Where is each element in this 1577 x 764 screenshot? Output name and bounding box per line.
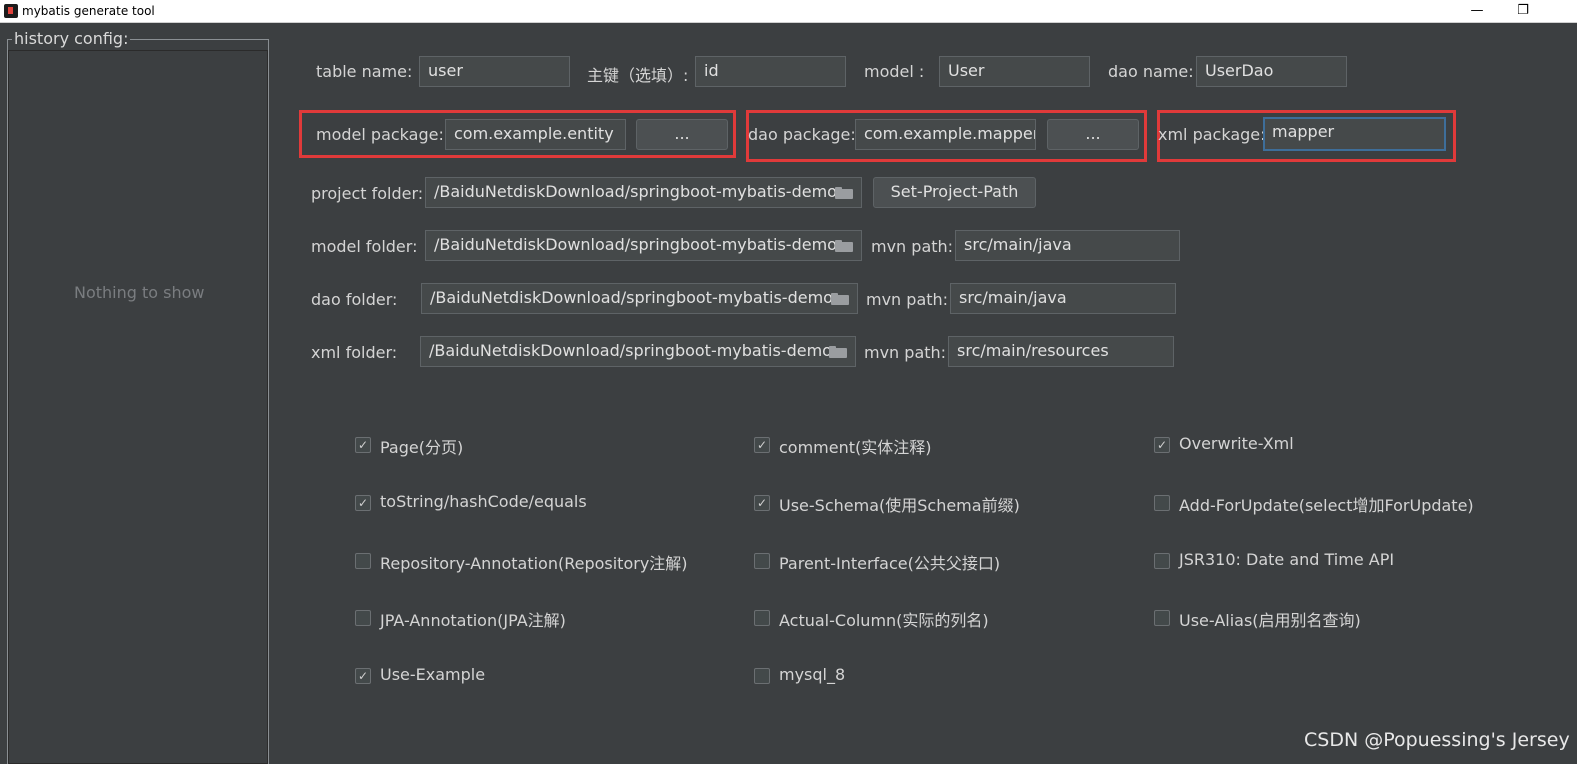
dao-name-label: dao name: <box>1108 62 1194 81</box>
table-name-input[interactable]: user <box>419 56 570 87</box>
option-label: JSR310: Date and Time API <box>1179 550 1395 569</box>
folder-icon[interactable] <box>831 293 849 305</box>
project-folder-input[interactable]: /BaiduNetdiskDownload/springboot-mybatis… <box>425 177 862 208</box>
dao-name-input[interactable]: UserDao <box>1196 56 1347 87</box>
xml-package-label: xml package: <box>1158 125 1266 144</box>
model-package-label: model package: <box>316 125 444 144</box>
model-mvn-path-input[interactable]: src/main/java <box>955 230 1180 261</box>
set-project-path-button[interactable]: Set-Project-Path <box>873 177 1036 208</box>
dao-folder-input[interactable]: /BaiduNetdiskDownload/springboot-mybatis… <box>421 283 858 314</box>
model-label: model : <box>864 62 925 81</box>
model-folder-input[interactable]: /BaiduNetdiskDownload/springboot-mybatis… <box>425 230 862 261</box>
checkbox-box[interactable] <box>754 553 770 569</box>
option-label: Use-Example <box>380 665 486 684</box>
model-mvn-path-label: mvn path: <box>871 237 954 256</box>
checkmark-icon[interactable]: ✓ <box>355 495 371 511</box>
checkbox-box[interactable] <box>1154 553 1170 569</box>
option-label: Use-Schema(使用Schema前缀) <box>779 496 1020 515</box>
xml-folder-value: /BaiduNetdiskDownload/springboot-mybatis… <box>429 341 832 360</box>
primary-key-label: 主键（选填）: <box>587 66 689 85</box>
checkbox-box[interactable] <box>1154 495 1170 511</box>
model-folder-label: model folder: <box>311 237 418 256</box>
history-list[interactable] <box>8 50 268 764</box>
option-label: toString/hashCode/equals <box>380 492 587 511</box>
xml-mvn-path-label: mvn path: <box>864 343 947 362</box>
app-icon <box>4 4 18 18</box>
history-empty-text: Nothing to show <box>74 283 205 302</box>
checkbox-box[interactable] <box>754 610 770 626</box>
primary-key-input[interactable]: id <box>695 56 846 87</box>
checkbox-box[interactable] <box>1154 610 1170 626</box>
dao-package-input[interactable]: com.example.mapper <box>855 119 1036 150</box>
option-label: Parent-Interface(公共父接口) <box>779 554 1001 573</box>
xml-package-input[interactable]: mapper <box>1263 117 1446 151</box>
checkmark-icon[interactable]: ✓ <box>355 437 371 453</box>
history-legend: history config: <box>12 29 131 48</box>
checkbox-box[interactable] <box>355 610 371 626</box>
option-label: Overwrite-Xml <box>1179 434 1294 453</box>
minimize-button[interactable]: — <box>1454 0 1500 23</box>
folder-icon[interactable] <box>835 187 853 199</box>
dao-folder-value: /BaiduNetdiskDownload/springboot-mybatis… <box>430 288 833 307</box>
dao-folder-label: dao folder: <box>311 290 398 309</box>
dao-mvn-path-input[interactable]: src/main/java <box>950 283 1176 314</box>
checkmark-icon[interactable]: ✓ <box>355 668 371 684</box>
title-bar: mybatis generate tool — ❐ <box>0 0 1577 23</box>
checkmark-icon[interactable]: ✓ <box>754 495 770 511</box>
option-label: mysql_8 <box>779 665 846 684</box>
folder-icon[interactable] <box>829 346 847 358</box>
option-label: comment(实体注释) <box>779 438 932 457</box>
checkmark-icon[interactable]: ✓ <box>754 437 770 453</box>
checkmark-icon[interactable]: ✓ <box>1154 437 1170 453</box>
checkbox-box[interactable] <box>754 668 770 684</box>
xml-mvn-path-input[interactable]: src/main/resources <box>948 336 1174 367</box>
dao-mvn-path-label: mvn path: <box>866 290 949 309</box>
option-label: JPA-Annotation(JPA注解) <box>380 611 566 630</box>
window-title: mybatis generate tool <box>22 4 155 18</box>
dao-package-label: dao package: <box>748 125 856 144</box>
option-label: Repository-Annotation(Repository注解) <box>380 554 688 573</box>
model-input[interactable]: User <box>939 56 1090 87</box>
model-folder-value: /BaiduNetdiskDownload/springboot-mybatis… <box>434 235 837 254</box>
option-label: Actual-Column(实际的列名) <box>779 611 989 630</box>
watermark: CSDN @Popuessing's Jersey <box>1304 729 1570 751</box>
project-folder-value: /BaiduNetdiskDownload/springboot-mybatis… <box>434 182 837 201</box>
folder-icon[interactable] <box>835 240 853 252</box>
option-label: Add-ForUpdate(select增加ForUpdate) <box>1179 496 1474 515</box>
project-folder-label: project folder: <box>311 184 424 203</box>
dao-package-browse-button[interactable]: ... <box>1047 119 1139 150</box>
option-label: Page(分页) <box>380 438 464 457</box>
option-label: Use-Alias(启用别名查询) <box>1179 611 1361 630</box>
xml-folder-label: xml folder: <box>311 343 398 362</box>
model-package-input[interactable]: com.example.entity <box>445 119 626 150</box>
checkbox-box[interactable] <box>355 553 371 569</box>
restore-button[interactable]: ❐ <box>1500 0 1546 23</box>
xml-folder-input[interactable]: /BaiduNetdiskDownload/springboot-mybatis… <box>420 336 856 367</box>
table-name-label: table name: <box>316 62 413 81</box>
model-package-browse-button[interactable]: ... <box>636 119 728 150</box>
